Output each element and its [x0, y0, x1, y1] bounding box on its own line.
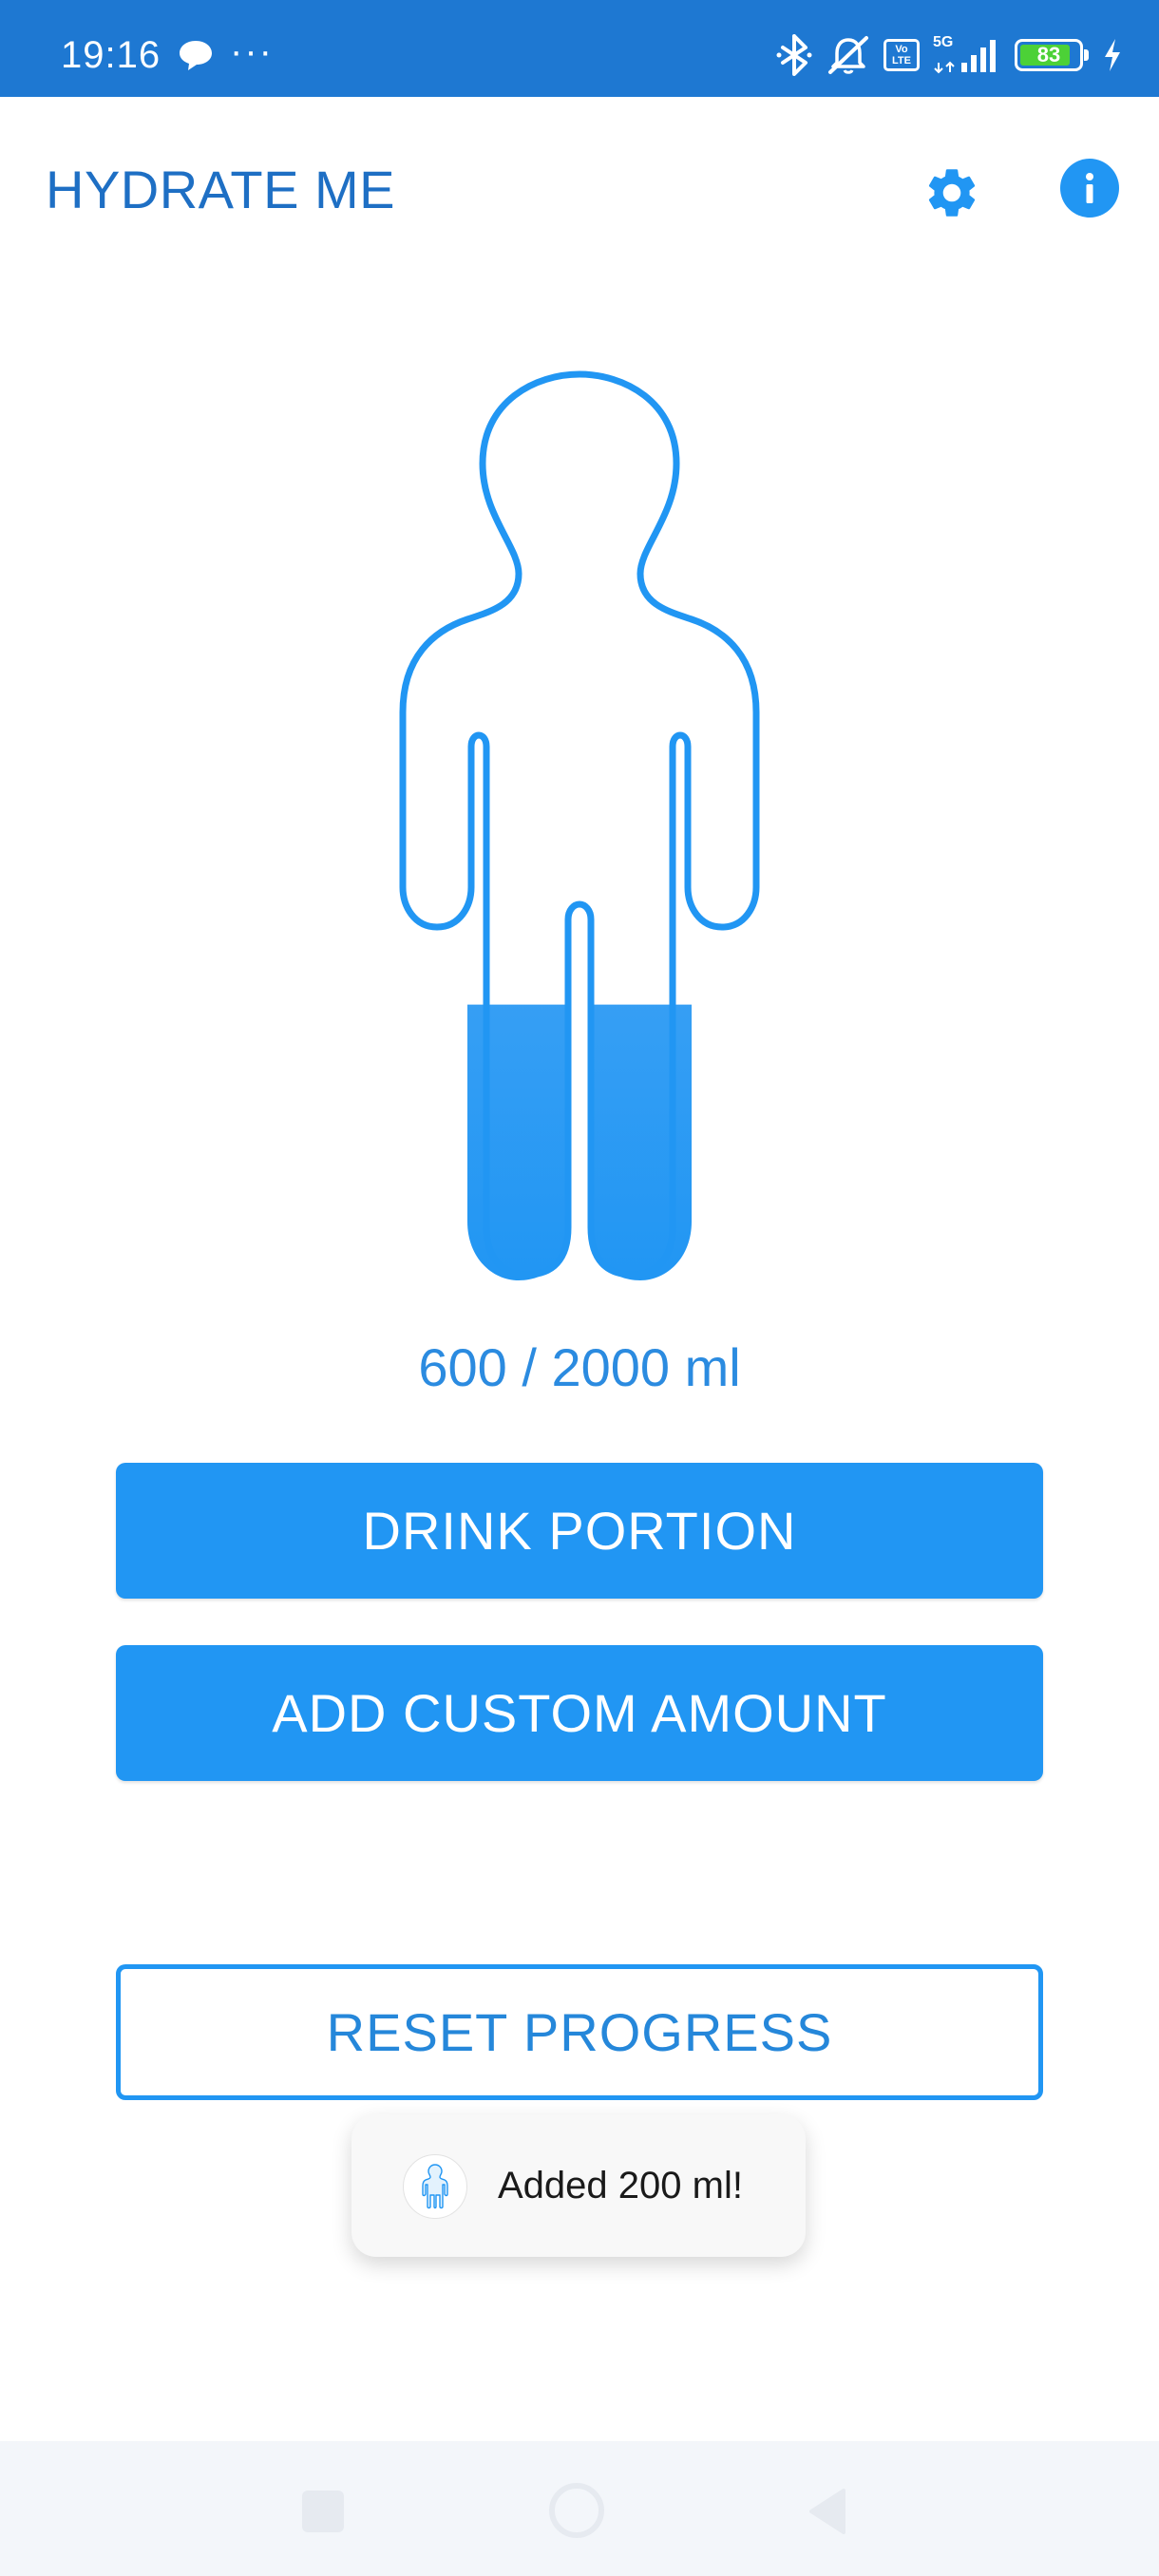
battery-icon: 83	[1015, 39, 1089, 71]
bluetooth-icon	[776, 34, 812, 76]
info-icon	[1086, 173, 1093, 203]
chat-bubble-icon	[180, 41, 212, 70]
toast-message: Added 200 ml!	[498, 2165, 743, 2207]
more-notifications-icon: ···	[230, 30, 274, 72]
navigation-bar	[0, 2441, 1159, 2576]
recent-apps-icon[interactable]	[302, 2491, 344, 2532]
toast: Added 200 ml!	[352, 2114, 806, 2257]
battery-cap	[1084, 49, 1089, 61]
back-icon[interactable]	[806, 2487, 847, 2536]
info-button[interactable]	[1060, 159, 1119, 218]
signal-bars	[934, 40, 996, 74]
status-time: 19:16	[61, 34, 162, 76]
silent-icon	[828, 36, 868, 74]
volte-label: Vo LTE	[892, 44, 911, 66]
gear-icon	[928, 169, 976, 217]
app-figure-icon	[422, 2164, 448, 2209]
settings-button[interactable]	[916, 157, 988, 229]
body-outline	[399, 370, 760, 1279]
toast-app-icon	[403, 2154, 467, 2219]
reset-progress-button[interactable]: RESET PROGRESS	[116, 1964, 1043, 2100]
home-icon[interactable]	[549, 2483, 604, 2538]
hydration-body-figure	[399, 370, 760, 1280]
progress-text: 600 / 2000 ml	[418, 1337, 741, 1397]
app-title: HYDRATE ME	[46, 160, 395, 219]
signal-icon: 5G	[933, 34, 1001, 76]
charging-icon	[1105, 39, 1120, 71]
drink-portion-button[interactable]: DRINK PORTION	[116, 1463, 1043, 1599]
volte-icon: Vo LTE	[884, 39, 920, 71]
status-icons: Vo LTE 5G 83	[775, 27, 1123, 84]
add-custom-amount-button[interactable]: ADD CUSTOM AMOUNT	[116, 1645, 1043, 1781]
status-bar: 19:16 ··· Vo LTE 5G 83	[0, 0, 1159, 97]
water-fill	[467, 1004, 692, 1280]
battery-level: 83	[1036, 43, 1061, 66]
